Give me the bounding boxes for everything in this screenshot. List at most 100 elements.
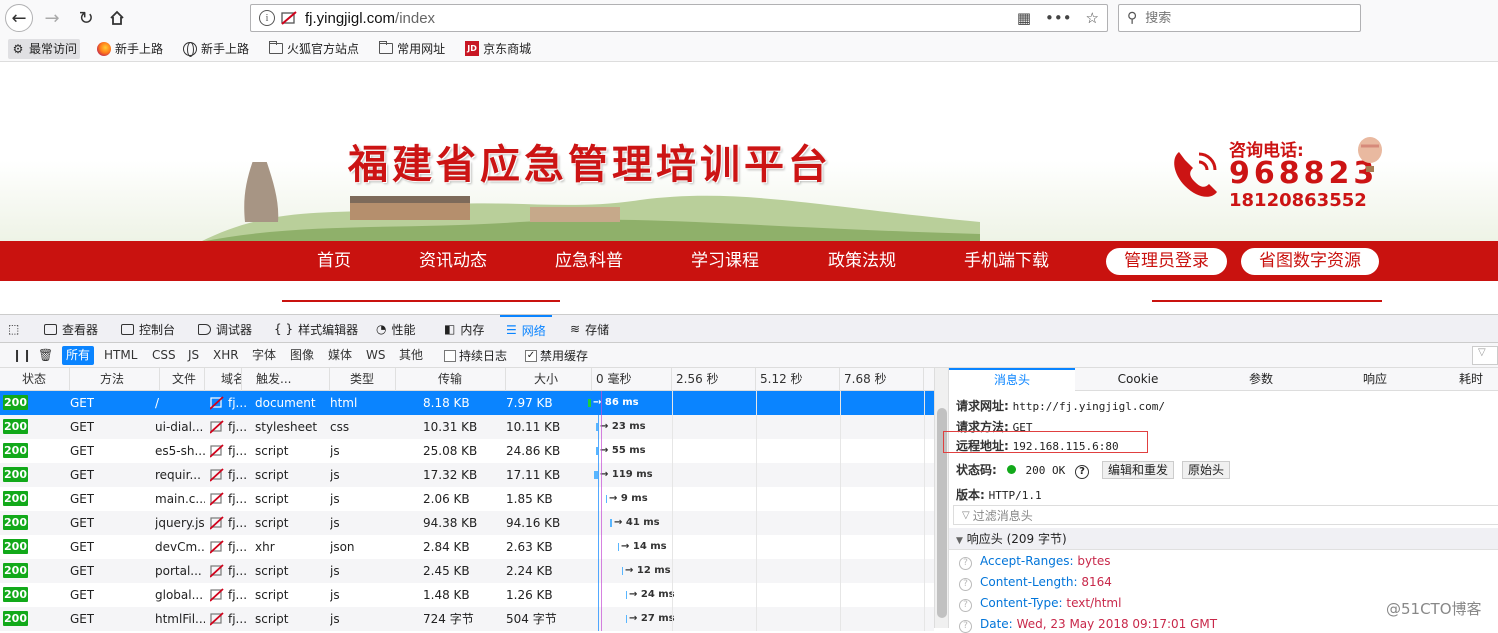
tab-cookies[interactable]: Cookie: [1075, 368, 1201, 391]
filter-images[interactable]: 图像: [286, 346, 318, 365]
table-row[interactable]: 200 GET devCm... fj.... xhr json 2.84 KB 2.63 K…: [0, 535, 934, 559]
col-status[interactable]: 状态: [0, 368, 70, 391]
filter-other[interactable]: 其他: [395, 346, 427, 365]
cell-size: 24.86 KB: [506, 444, 561, 458]
search-bar[interactable]: ⚲: [1118, 4, 1361, 32]
star-icon[interactable]: ☆: [1086, 9, 1099, 27]
response-headers-section[interactable]: ▼ 响应头 (209 字节): [949, 528, 1498, 550]
tab-response[interactable]: 响应: [1321, 368, 1429, 391]
reload-button[interactable]: ↻: [72, 4, 100, 32]
filter-fonts[interactable]: 字体: [248, 346, 280, 365]
cell-file: devCm...: [155, 540, 205, 554]
tab-performance[interactable]: ◔ 性能: [376, 315, 416, 343]
back-button[interactable]: ←: [5, 4, 33, 32]
table-row[interactable]: 200 GET ui-dial... fj.... stylesheet css 10.31…: [0, 415, 934, 439]
digital-resources-button[interactable]: 省图数字资源: [1241, 248, 1379, 275]
tab-network[interactable]: ☰ 网络: [500, 315, 552, 343]
tab-inspector[interactable]: 查看器: [44, 315, 98, 343]
page-actions-icon[interactable]: •••: [1045, 9, 1072, 27]
pause-button[interactable]: ❙❙: [8, 346, 36, 365]
request-url-row: 请求网址: http://fj.yingjigl.com/: [956, 399, 1165, 413]
bookmark-common-sites[interactable]: 常用网址: [376, 39, 448, 59]
persist-log-checkbox[interactable]: 持续日志: [444, 347, 507, 364]
bookmark-firefox-official[interactable]: 火狐官方站点: [266, 39, 362, 59]
help-icon[interactable]: ?: [1075, 465, 1090, 479]
nav-home[interactable]: 首页: [317, 241, 351, 281]
tab-debugger[interactable]: 调试器: [198, 315, 252, 343]
tab-params[interactable]: 参数: [1201, 368, 1321, 391]
nav-mobile-download[interactable]: 手机端下载: [964, 241, 1049, 281]
url-text[interactable]: fj.yingjigl.com/index: [305, 10, 435, 27]
cell-cause: script: [255, 468, 289, 482]
table-row[interactable]: 200 GET portal... fj.... script js 2.45 KB 2.24…: [0, 559, 934, 583]
filter-js[interactable]: JS: [184, 346, 203, 365]
cell-size: 17.11 KB: [506, 468, 561, 482]
version-row: 版本: HTTP/1.1: [956, 488, 1042, 502]
table-row[interactable]: 200 GET requir... fj.... script js 17.32 KB 17.…: [0, 463, 934, 487]
col-transferred[interactable]: 传输: [396, 368, 506, 391]
disable-cache-checkbox[interactable]: ✓ 禁用缓存: [525, 347, 588, 364]
filter-css[interactable]: CSS: [148, 346, 180, 365]
home-button[interactable]: [103, 4, 131, 32]
table-row[interactable]: 200 GET es5-sh... fj.... script js 25.08 KB 24.…: [0, 439, 934, 463]
tab-style-editor[interactable]: { } 样式编辑器: [274, 315, 358, 343]
bookmark-getting-started[interactable]: 新手上路: [94, 39, 166, 59]
header-filter-input[interactable]: ▽ 过滤消息头: [953, 505, 1498, 525]
clear-button[interactable]: 🗑: [34, 346, 57, 365]
admin-login-button[interactable]: 管理员登录: [1106, 248, 1227, 275]
col-cause[interactable]: 触发...: [242, 368, 330, 391]
request-table-scrollbar[interactable]: [934, 368, 948, 628]
filter-icon: ▽: [1478, 347, 1486, 358]
col-file[interactable]: 文件: [160, 368, 205, 391]
address-bar[interactable]: i fj.yingjigl.com/index ▦ ••• ☆: [250, 4, 1108, 32]
forward-button[interactable]: →: [38, 4, 66, 32]
cell-type: css: [330, 420, 350, 434]
info-icon[interactable]: i: [259, 10, 275, 26]
remote-address-value[interactable]: 192.168.115.6:80: [1013, 440, 1119, 453]
tab-console[interactable]: 控制台: [121, 315, 175, 343]
tab-headers[interactable]: 消息头: [949, 368, 1075, 391]
bookmark-jd[interactable]: JD 京东商城: [462, 39, 534, 59]
filter-media[interactable]: 媒体: [324, 346, 356, 365]
nav-policy[interactable]: 政策法规: [828, 241, 896, 281]
blocked-image-icon: [210, 540, 224, 554]
help-icon[interactable]: ?: [959, 557, 972, 570]
filter-xhr[interactable]: XHR: [209, 346, 243, 365]
raw-headers-button[interactable]: 原始头: [1182, 461, 1231, 479]
caret-down-icon: ▼: [956, 536, 963, 546]
table-row[interactable]: 200 GET main.c... fj.... script js 2.06 KB 1.85…: [0, 487, 934, 511]
col-size[interactable]: 大小: [506, 368, 592, 391]
filter-ws[interactable]: WS: [362, 346, 389, 365]
help-icon[interactable]: ?: [959, 599, 972, 612]
help-icon[interactable]: ?: [959, 578, 972, 591]
picker-icon: ⬚: [8, 322, 20, 336]
edit-resend-button[interactable]: 编辑和重发: [1102, 461, 1175, 479]
waterfall-bar: [626, 591, 627, 599]
cell-file: /: [155, 396, 160, 410]
nav-science[interactable]: 应急科普: [555, 241, 623, 281]
url-filter-input[interactable]: ▽: [1472, 346, 1498, 365]
filter-all[interactable]: 所有: [62, 346, 95, 365]
tab-timings[interactable]: 耗时: [1459, 368, 1498, 391]
element-picker-button[interactable]: ⬚: [8, 315, 19, 343]
blocked-image-icon[interactable]: [281, 11, 297, 25]
col-type[interactable]: 类型: [330, 368, 396, 391]
search-input[interactable]: [1145, 10, 1326, 26]
bookmark-most-visited[interactable]: ⚙ 最常访问: [8, 38, 81, 59]
tab-storage[interactable]: ≋ 存储: [570, 315, 609, 343]
cell-transferred: 94.38 KB: [423, 516, 478, 530]
cell-cause: stylesheet: [255, 420, 318, 434]
nav-news[interactable]: 资讯动态: [419, 241, 487, 281]
nav-courses[interactable]: 学习课程: [691, 241, 759, 281]
bookmark-getting-started-2[interactable]: 新手上路: [180, 39, 252, 59]
request-url-value[interactable]: http://fj.yingjigl.com/: [1013, 400, 1165, 413]
qr-code-icon[interactable]: ▦: [1017, 9, 1031, 27]
tab-memory[interactable]: ◧ 内存: [444, 315, 484, 343]
table-row[interactable]: 200 GET htmlFil... fj.... script js 724 字节 504 …: [0, 607, 934, 631]
col-domain[interactable]: 域名: [205, 368, 242, 391]
filter-html[interactable]: HTML: [100, 346, 141, 365]
table-row[interactable]: 200 GET jquery.js fj.... script js 94.38 KB 94.…: [0, 511, 934, 535]
table-row[interactable]: 200 GET / fj.... document html 8.18 KB 7.97 KB →…: [0, 391, 934, 415]
table-row[interactable]: 200 GET global... fj.... script js 1.48 KB 1.26…: [0, 583, 934, 607]
col-method[interactable]: 方法: [70, 368, 160, 391]
